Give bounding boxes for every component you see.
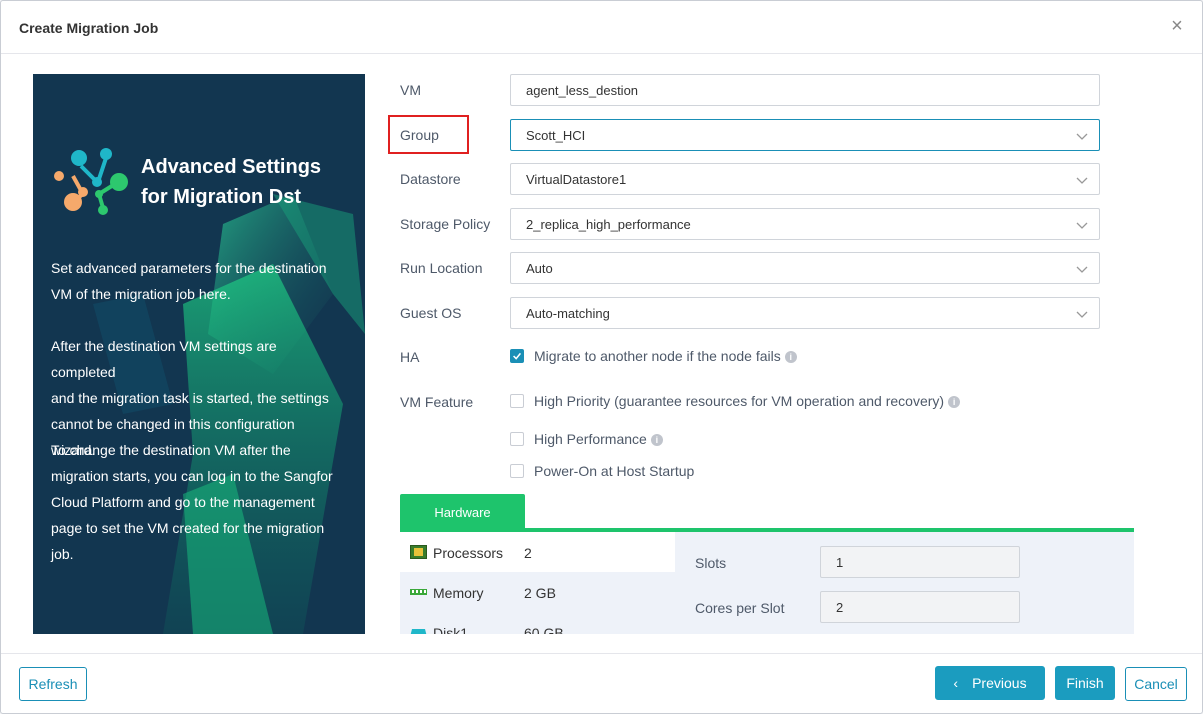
vm-feature-label: VM Feature xyxy=(400,394,474,410)
info-panel: Advanced Settings for Migration Dst Set … xyxy=(33,74,365,634)
cancel-button[interactable]: Cancel xyxy=(1125,667,1187,701)
panel-title-line1: Advanced Settings xyxy=(141,156,322,178)
high-performance-label: High Performance xyxy=(534,431,647,447)
cores-per-slot-label: Cores per Slot xyxy=(695,600,785,616)
cores-per-slot-input[interactable]: 2 xyxy=(820,591,1020,623)
run-location-value: Auto xyxy=(526,261,553,276)
memory-icon xyxy=(410,589,427,595)
storage-policy-row: Storage Policy 2_replica_high_performanc… xyxy=(400,208,1100,240)
guest-os-row: Guest OS Auto-matching xyxy=(400,297,1100,329)
chevron-down-icon xyxy=(1076,177,1088,184)
panel-text-line: Cloud Platform and go to the management xyxy=(51,494,315,510)
previous-button[interactable]: ‹ Previous xyxy=(935,666,1045,700)
storage-policy-value: 2_replica_high_performance xyxy=(526,217,691,232)
dialog-footer: Refresh ‹ Previous Finish Cancel xyxy=(1,653,1202,714)
previous-label: Previous xyxy=(972,675,1027,691)
disk-icon xyxy=(410,629,427,634)
panel-text-line: job. xyxy=(51,546,74,562)
refresh-button[interactable]: Refresh xyxy=(19,667,87,701)
checkbox-unchecked-icon[interactable] xyxy=(510,432,524,446)
storage-policy-select[interactable]: 2_replica_high_performance xyxy=(510,208,1100,240)
hardware-item-disk[interactable]: Disk1 60 GB xyxy=(400,612,675,634)
panel-text-line: migration starts, you can log in to the … xyxy=(51,468,333,484)
ha-option-label: Migrate to another node if the node fail… xyxy=(534,348,781,364)
info-icon[interactable]: i xyxy=(650,434,663,446)
tab-hardware[interactable]: Hardware xyxy=(400,494,525,529)
high-priority-label: High Priority (guarantee resources for V… xyxy=(534,393,945,409)
panel-text-line: and the migration task is started, the s… xyxy=(51,390,329,406)
datastore-value: VirtualDatastore1 xyxy=(526,172,627,187)
panel-title-line2: for Migration Dst xyxy=(141,186,301,208)
run-location-select[interactable]: Auto xyxy=(510,252,1100,284)
hardware-item-name: Disk1 xyxy=(433,625,469,634)
datastore-select[interactable]: VirtualDatastore1 xyxy=(510,163,1100,195)
guest-os-select[interactable]: Auto-matching xyxy=(510,297,1100,329)
ha-label: HA xyxy=(400,349,420,365)
info-icon[interactable]: i xyxy=(948,396,961,408)
panel-title: Advanced Settings for Migration Dst xyxy=(141,152,321,212)
group-select[interactable]: Scott_HCI xyxy=(510,119,1100,151)
hardware-item-name: Memory xyxy=(433,585,484,601)
create-migration-dialog: Create Migration Job × Advanced Settings… xyxy=(0,0,1203,714)
hardware-panel: Processors 2 Memory 2 GB Disk1 60 GB Slo… xyxy=(400,532,1134,634)
chevron-down-icon xyxy=(1076,133,1088,140)
panel-text-line: After the destination VM settings are co… xyxy=(51,338,277,380)
group-row: Group Scott_HCI xyxy=(400,119,1100,151)
finish-button[interactable]: Finish xyxy=(1055,666,1115,700)
power-on-label: Power-On at Host Startup xyxy=(534,463,695,479)
slots-input[interactable]: 1 xyxy=(820,546,1020,578)
panel-paragraph-3: To change the destination VM after the m… xyxy=(51,437,341,567)
dialog-title: Create Migration Job xyxy=(19,20,159,36)
vm-name-input[interactable]: agent_less_destion xyxy=(510,74,1100,106)
vm-name-value: agent_less_destion xyxy=(526,83,639,98)
info-icon[interactable]: i xyxy=(784,351,797,363)
panel-text-line: To change the destination VM after the xyxy=(51,442,291,458)
hardware-item-value: 60 GB xyxy=(524,625,564,634)
group-value: Scott_HCI xyxy=(526,128,586,143)
datastore-label: Datastore xyxy=(400,171,461,187)
checkbox-unchecked-icon[interactable] xyxy=(510,464,524,478)
checkbox-checked-icon[interactable] xyxy=(510,349,524,363)
group-label: Group xyxy=(400,127,439,143)
run-location-row: Run Location Auto xyxy=(400,252,1100,284)
guest-os-value: Auto-matching xyxy=(526,306,610,321)
storage-policy-label: Storage Policy xyxy=(400,216,491,232)
hardware-item-processors[interactable]: Processors 2 xyxy=(400,532,675,572)
run-location-label: Run Location xyxy=(400,260,483,276)
vm-label: VM xyxy=(400,82,421,98)
hardware-item-name: Processors xyxy=(433,545,504,561)
panel-paragraph-1: Set advanced parameters for the destinat… xyxy=(51,255,341,307)
panel-text-line: VM of the migration job here. xyxy=(51,286,231,302)
cpu-icon xyxy=(410,545,427,559)
panel-text-line: page to set the VM created for the migra… xyxy=(51,520,325,536)
hardware-item-value: 2 GB xyxy=(524,585,556,601)
datastore-row: Datastore VirtualDatastore1 xyxy=(400,163,1100,195)
guest-os-label: Guest OS xyxy=(400,305,462,321)
chevron-down-icon xyxy=(1076,311,1088,318)
slots-label: Slots xyxy=(695,555,727,571)
network-nodes-icon xyxy=(54,148,128,215)
chevron-down-icon xyxy=(1076,266,1088,273)
vm-row: VM agent_less_destion xyxy=(400,74,1100,106)
dialog-header: Create Migration Job × xyxy=(1,1,1202,54)
hardware-item-memory[interactable]: Memory 2 GB xyxy=(400,572,675,612)
checkbox-unchecked-icon[interactable] xyxy=(510,394,524,408)
chevron-down-icon xyxy=(1076,222,1088,229)
close-icon[interactable]: × xyxy=(1166,15,1188,37)
hardware-item-value: 2 xyxy=(524,545,532,561)
chevron-left-icon: ‹ xyxy=(953,675,959,691)
panel-text-line: Set advanced parameters for the destinat… xyxy=(51,260,327,276)
